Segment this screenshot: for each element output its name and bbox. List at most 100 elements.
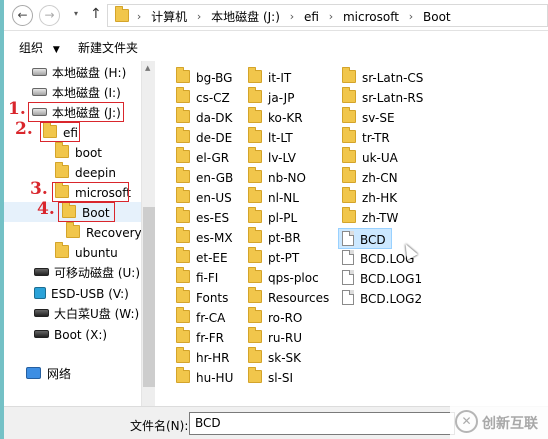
folder-item[interactable]: sr-Latn-CS bbox=[342, 67, 423, 87]
folder-item[interactable]: ro-RO bbox=[248, 307, 302, 327]
tree-item-ubuntu[interactable]: ubuntu bbox=[55, 242, 118, 262]
folder-item[interactable]: sl-SI bbox=[248, 367, 293, 387]
folder-item[interactable]: sk-SK bbox=[248, 347, 301, 367]
scroll-thumb[interactable] bbox=[143, 207, 155, 387]
breadcrumb-separator-icon[interactable]: › bbox=[409, 10, 413, 23]
item-label: ru-RU bbox=[268, 330, 302, 345]
folder-icon bbox=[176, 367, 190, 383]
breadcrumb-microsoft[interactable]: microsoft bbox=[343, 10, 399, 24]
folder-item[interactable]: Fonts bbox=[176, 287, 228, 307]
folder-item[interactable]: et-EE bbox=[176, 247, 228, 267]
up-arrow-icon[interactable]: ↑ bbox=[90, 6, 102, 22]
folder-item[interactable]: it-IT bbox=[248, 67, 291, 87]
breadcrumb-boot[interactable]: Boot bbox=[423, 10, 451, 24]
tree-item-label: 本地磁盘 (I:) bbox=[52, 85, 121, 100]
folder-icon bbox=[176, 327, 190, 343]
new-folder-button[interactable]: 新建文件夹 bbox=[78, 39, 138, 56]
folder-item[interactable]: es-ES bbox=[176, 207, 229, 227]
folder-item[interactable]: ru-RU bbox=[248, 327, 302, 347]
tree-item-dabaicai[interactable]: 大白菜U盘 (W:) bbox=[34, 303, 139, 323]
folder-item[interactable]: qps-ploc bbox=[248, 267, 319, 287]
item-label: qps-ploc bbox=[268, 270, 319, 285]
breadcrumb-separator-icon[interactable]: › bbox=[329, 10, 333, 23]
file-list: bg-BG cs-CZ da-DK de-DE el-GR en-GB en-U… bbox=[156, 61, 548, 406]
folder-item[interactable]: de-DE bbox=[176, 127, 232, 147]
tree-item-label: deepin bbox=[75, 165, 116, 180]
tree-item-deepin[interactable]: deepin bbox=[55, 162, 116, 182]
file-item[interactable]: BCD.LOG2 bbox=[342, 288, 422, 308]
breadcrumb-separator-icon[interactable]: › bbox=[197, 10, 201, 23]
scroll-up-arrow-icon[interactable]: ▲ bbox=[145, 64, 150, 72]
folder-item[interactable]: ko-KR bbox=[248, 107, 303, 127]
breadcrumb-separator-icon[interactable]: › bbox=[290, 10, 294, 23]
folder-icon bbox=[176, 107, 190, 123]
back-button[interactable]: ← bbox=[12, 5, 33, 26]
folder-item[interactable]: ja-JP bbox=[248, 87, 294, 107]
breadcrumb-separator-icon[interactable]: › bbox=[137, 10, 141, 23]
folder-item[interactable]: da-DK bbox=[176, 107, 232, 127]
folder-item[interactable]: Resources bbox=[248, 287, 329, 307]
folder-item[interactable]: sr-Latn-RS bbox=[342, 87, 423, 107]
folder-item[interactable]: bg-BG bbox=[176, 67, 232, 87]
item-label: fi-FI bbox=[196, 270, 219, 285]
folder-icon bbox=[248, 167, 262, 183]
navigation-scrollbar[interactable]: ▲ bbox=[141, 61, 155, 406]
tree-item-drive-i[interactable]: 本地磁盘 (I:) bbox=[32, 82, 121, 102]
folder-icon bbox=[248, 127, 262, 143]
item-label: en-US bbox=[196, 190, 232, 205]
folder-item[interactable]: pl-PL bbox=[248, 207, 297, 227]
item-label: pt-PT bbox=[268, 250, 300, 265]
folder-item[interactable]: en-GB bbox=[176, 167, 233, 187]
tree-item-label: 网络 bbox=[47, 366, 72, 381]
folder-item[interactable]: nl-NL bbox=[248, 187, 299, 207]
tree-item-esd-usb[interactable]: ESD-USB (V:) bbox=[34, 283, 129, 303]
folder-item[interactable]: hu-HU bbox=[176, 367, 233, 387]
tree-item-removable-u[interactable]: 可移动磁盘 (U:) bbox=[34, 262, 140, 282]
folder-icon bbox=[342, 87, 356, 103]
filename-input[interactable]: BCD bbox=[189, 412, 455, 435]
highlight-box-drive-j bbox=[28, 102, 124, 122]
folder-item[interactable]: lt-LT bbox=[248, 127, 293, 147]
recent-locations-dropdown-icon[interactable]: ▾ bbox=[74, 9, 78, 18]
folder-item[interactable]: cs-CZ bbox=[176, 87, 230, 107]
folder-item[interactable]: pt-BR bbox=[248, 227, 301, 247]
folder-icon bbox=[176, 287, 190, 303]
folder-item[interactable]: pt-PT bbox=[248, 247, 299, 267]
usb-drive-icon bbox=[34, 286, 46, 299]
forward-button[interactable]: → bbox=[39, 5, 60, 26]
item-label: BCD bbox=[360, 232, 386, 247]
removable-drive-icon bbox=[34, 267, 49, 276]
organize-button[interactable]: 组织 ▼ bbox=[19, 39, 60, 56]
tree-item-drive-h[interactable]: 本地磁盘 (H:) bbox=[32, 62, 126, 82]
breadcrumb-computer[interactable]: 计算机 bbox=[151, 8, 187, 25]
folder-item[interactable]: nb-NO bbox=[248, 167, 306, 187]
folder-item[interactable]: lv-LV bbox=[248, 147, 296, 167]
folder-item[interactable]: el-GR bbox=[176, 147, 229, 167]
tree-item-label: ubuntu bbox=[75, 245, 118, 260]
file-item[interactable]: BCD.LOG1 bbox=[342, 268, 422, 288]
folder-item[interactable]: uk-UA bbox=[342, 147, 398, 167]
file-icon bbox=[342, 250, 354, 265]
folder-item[interactable]: fr-FR bbox=[176, 327, 224, 347]
folder-icon bbox=[248, 367, 262, 383]
file-item-bcd-selected[interactable]: BCD bbox=[338, 228, 392, 249]
folder-item[interactable]: hr-HR bbox=[176, 347, 229, 367]
folder-item[interactable]: zh-TW bbox=[342, 207, 398, 227]
tree-item-boot-lower[interactable]: boot bbox=[55, 142, 102, 162]
tree-item-recovery[interactable]: Recovery bbox=[66, 222, 142, 242]
tree-item-network[interactable]: 网络 bbox=[26, 363, 71, 383]
folder-item[interactable]: sv-SE bbox=[342, 107, 395, 127]
folder-item[interactable]: zh-CN bbox=[342, 167, 398, 187]
address-box[interactable]: › 计算机 › 本地磁盘 (J:) › efi › microsoft › Bo… bbox=[107, 4, 548, 27]
folder-item[interactable]: tr-TR bbox=[342, 127, 390, 147]
organize-label: 组织 bbox=[19, 41, 44, 55]
tree-item-boot-x[interactable]: Boot (X:) bbox=[34, 324, 107, 344]
folder-item[interactable]: fr-CA bbox=[176, 307, 225, 327]
breadcrumb-efi[interactable]: efi bbox=[304, 10, 319, 24]
folder-item[interactable]: en-US bbox=[176, 187, 232, 207]
removable-drive-icon bbox=[34, 329, 49, 338]
folder-item[interactable]: fi-FI bbox=[176, 267, 218, 287]
breadcrumb-drive-j[interactable]: 本地磁盘 (J:) bbox=[211, 8, 280, 25]
folder-item[interactable]: es-MX bbox=[176, 227, 233, 247]
folder-item[interactable]: zh-HK bbox=[342, 187, 397, 207]
